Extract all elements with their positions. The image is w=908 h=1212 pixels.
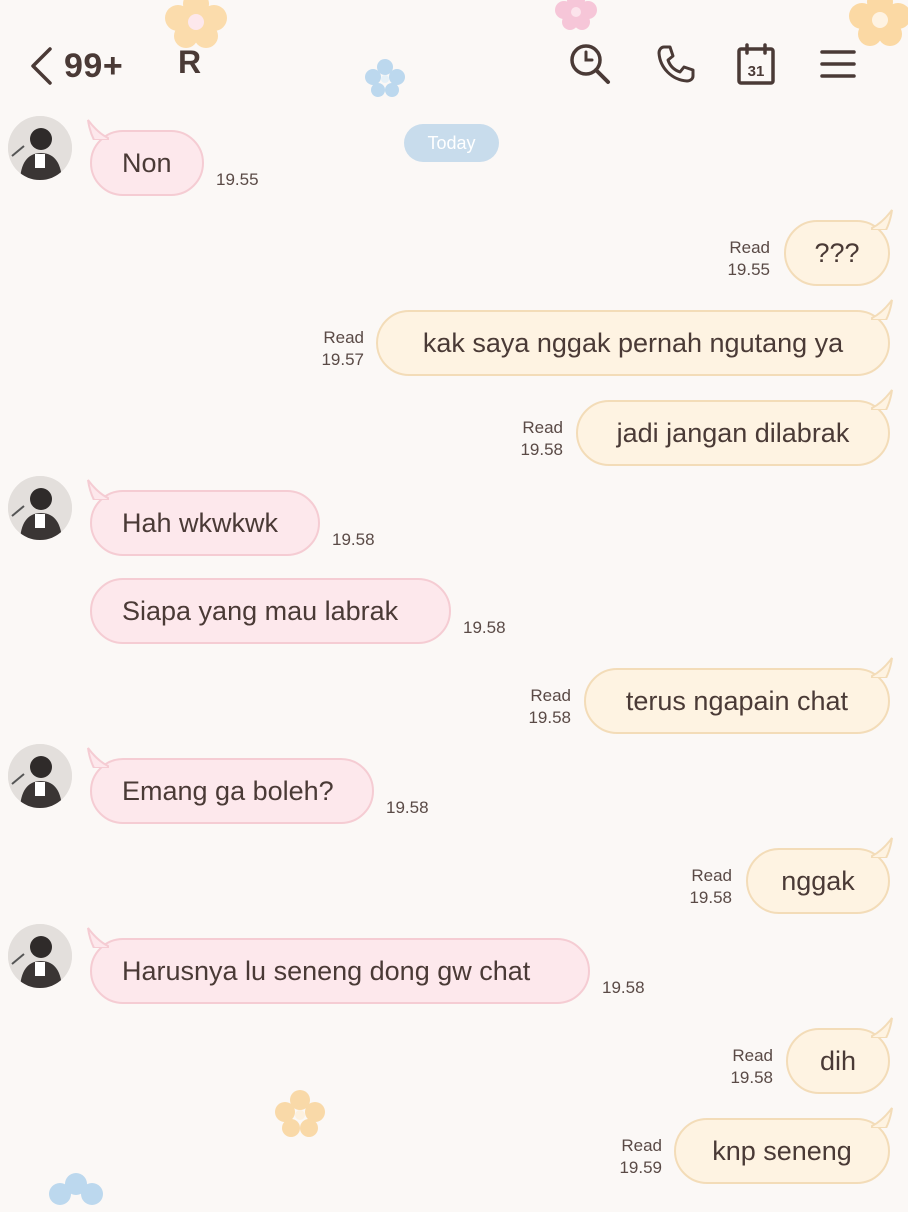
message-bubble[interactable]: terus ngapain chat (584, 657, 893, 734)
message-text: Hah wkwkwk (122, 507, 279, 538)
message-text: Emang ga boleh? (122, 775, 334, 806)
message-text: jadi jangan dilabrak (616, 417, 850, 448)
message-time: 19.57 (321, 350, 364, 369)
message-time: 19.58 (602, 978, 645, 997)
calendar-button[interactable]: 31 (732, 38, 780, 90)
call-button[interactable] (652, 38, 700, 90)
contact-avatar[interactable] (8, 476, 72, 540)
menu-icon (820, 50, 856, 78)
message-text: ??? (814, 237, 860, 268)
message-time: 19.58 (689, 888, 732, 907)
message-bubble[interactable]: nggak (746, 837, 893, 914)
message-time: 19.58 (463, 618, 506, 637)
message-text: Harusnya lu seneng dong gw chat (122, 955, 531, 986)
contact-avatar[interactable] (8, 116, 72, 180)
chat-header: 99+ R 31 (0, 0, 908, 110)
message-time: 19.55 (727, 260, 770, 279)
read-status: Read (729, 238, 770, 257)
message-bubble[interactable]: Non (87, 119, 204, 196)
message-time: 19.55 (216, 170, 259, 189)
phone-icon (657, 45, 695, 83)
flower-decoration-bottom-blue (49, 1173, 103, 1205)
message-bubble[interactable]: jadi jangan dilabrak (576, 389, 893, 466)
read-status: Read (691, 866, 732, 885)
avatar-image (8, 476, 72, 540)
search-icon (570, 44, 610, 84)
message-time: 19.58 (528, 708, 571, 727)
message-text: Non (122, 147, 172, 178)
message-meta: Read 19.58 (520, 417, 563, 461)
avatar-image (8, 744, 72, 808)
read-status: Read (732, 1046, 773, 1065)
calendar-icon: 31 (737, 43, 775, 85)
chat-title: R (178, 44, 202, 80)
message-bubble[interactable]: dih (786, 1017, 893, 1094)
chevron-left-icon (31, 47, 52, 85)
calendar-day: 31 (748, 63, 765, 80)
message-bubble[interactable]: ??? (784, 209, 893, 286)
message-text: kak saya nggak pernah ngutang ya (422, 327, 844, 358)
message-text: terus ngapain chat (625, 685, 849, 716)
contact-avatar[interactable] (8, 744, 72, 808)
back-button[interactable]: 99+ (28, 40, 148, 92)
message-meta: Read 19.59 (619, 1135, 662, 1179)
message-bubble[interactable]: knp seneng (674, 1107, 893, 1184)
message-time: 19.58 (386, 798, 429, 817)
message-meta: Read 19.58 (528, 685, 571, 729)
message-bubble[interactable]: Siapa yang mau labrak (90, 578, 451, 644)
contact-avatar[interactable] (8, 924, 72, 988)
message-bubble[interactable]: Hah wkwkwk (87, 479, 320, 556)
message-text: knp seneng (712, 1135, 852, 1166)
unread-count: 99+ (64, 46, 124, 85)
flower-decoration-bottom-yellow (275, 1090, 325, 1137)
read-status: Read (323, 328, 364, 347)
message-meta: Read 19.55 (727, 237, 770, 281)
read-status: Read (621, 1136, 662, 1155)
read-status: Read (530, 686, 571, 705)
message-text: dih (819, 1045, 857, 1076)
message-meta: Read 19.58 (730, 1045, 773, 1089)
avatar-image (8, 924, 72, 988)
message-meta: Read 19.58 (689, 865, 732, 909)
message-text: Siapa yang mau labrak (122, 595, 399, 626)
date-pill: Today (404, 124, 499, 162)
message-meta: Read 19.57 (321, 327, 364, 371)
message-bubble[interactable]: kak saya nggak pernah ngutang ya (376, 299, 893, 376)
search-button[interactable] (566, 38, 614, 90)
message-time: 19.58 (332, 530, 375, 549)
message-text: nggak (781, 865, 855, 896)
message-bubble[interactable]: Emang ga boleh? (87, 747, 374, 824)
message-time: 19.58 (520, 440, 563, 459)
message-bubble[interactable]: Harusnya lu seneng dong gw chat (87, 927, 590, 1004)
message-time: 19.58 (730, 1068, 773, 1087)
message-time: 19.59 (619, 1158, 662, 1177)
read-status: Read (522, 418, 563, 437)
avatar-image (8, 116, 72, 180)
menu-button[interactable] (814, 38, 862, 90)
